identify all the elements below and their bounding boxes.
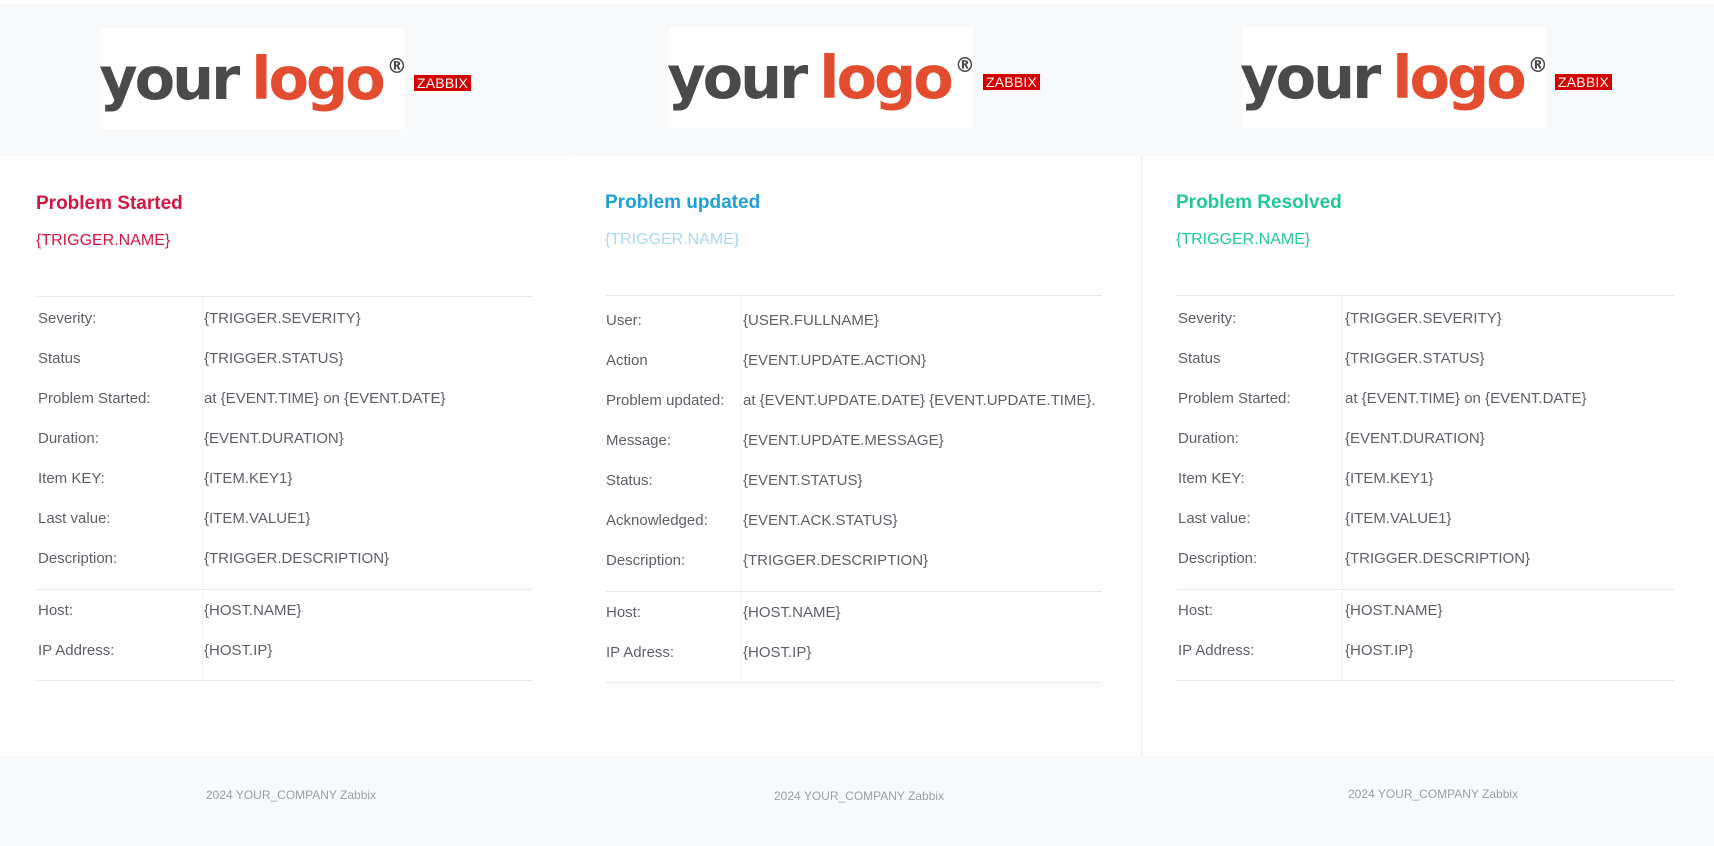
host-value: {HOST.NAME} [743, 604, 841, 621]
problem-started-email: your logo ® ZABBIX Problem Started {TRIGGE… [0, 0, 570, 846]
detail-label: Status: [606, 472, 653, 489]
problem-updated-email: your logo ® ZABBIX Problem updated {TRIGGE… [570, 0, 1140, 846]
column-divider [202, 296, 203, 680]
detail-value: {ITEM.KEY1} [1345, 470, 1434, 487]
detail-value: {EVENT.UPDATE.ACTION} [743, 352, 927, 369]
host-label: Host: [38, 602, 74, 619]
host-value: {HOST.NAME} [204, 602, 302, 619]
detail-value: at {EVENT.UPDATE.DATE} {EVENT.UPDATE.TIM… [743, 392, 1096, 409]
detail-value: {TRIGGER.DESCRIPTION} [743, 552, 929, 569]
host-value: {HOST.NAME} [1345, 602, 1443, 619]
email-subtitle: {TRIGGER.NAME} [1176, 231, 1311, 248]
zabbix-badge: ZABBIX [1555, 74, 1612, 90]
divider [606, 682, 1102, 683]
detail-label: Item KEY: [38, 470, 105, 487]
detail-value: at {EVENT.TIME} on {EVENT.DATE} [1345, 390, 1587, 407]
detail-value: {TRIGGER.SEVERITY} [204, 310, 361, 327]
detail-label: Status [1178, 350, 1221, 367]
detail-value: {EVENT.ACK.STATUS} [743, 512, 898, 529]
column-divider [1342, 295, 1343, 680]
email-title: Problem Started [36, 193, 183, 214]
ip-label: IP Address: [1178, 642, 1255, 659]
detail-label: Status [38, 350, 81, 367]
email-subtitle: {TRIGGER.NAME} [605, 231, 740, 248]
detail-value: {EVENT.DURATION} [204, 430, 344, 447]
host-label: Host: [1178, 602, 1214, 619]
divider [606, 591, 1102, 592]
detail-label: Item KEY: [1178, 470, 1245, 487]
detail-label: Duration: [38, 430, 99, 447]
detail-label: Description: [1178, 550, 1258, 567]
email-footer: 2024 YOUR_COMPANY Zabbix [1140, 755, 1714, 846]
host-label: Host: [606, 604, 642, 621]
detail-label: Message: [606, 432, 672, 449]
divider [1177, 589, 1674, 590]
detail-label: Description: [606, 552, 686, 569]
detail-value: {EVENT.UPDATE.MESSAGE} [743, 432, 944, 449]
detail-value: {EVENT.STATUS} [743, 472, 863, 489]
detail-label: Problem updated: [606, 392, 725, 409]
company-logo: your logo ® [1240, 27, 1548, 128]
ip-value: {HOST.IP} [743, 644, 812, 661]
ip-value: {HOST.IP} [1345, 642, 1414, 659]
detail-value: {TRIGGER.SEVERITY} [1345, 310, 1502, 327]
zabbix-badge: ZABBIX [414, 75, 471, 91]
detail-value: at {EVENT.TIME} on {EVENT.DATE} [204, 390, 446, 407]
divider [37, 589, 533, 590]
email-subtitle: {TRIGGER.NAME} [36, 232, 171, 249]
detail-value: {EVENT.DURATION} [1345, 430, 1485, 447]
company-logo: your logo ® [667, 27, 975, 128]
detail-label: Severity: [1178, 310, 1237, 327]
email-header: your logo ® ZABBIX [570, 4, 1140, 157]
detail-value: {TRIGGER.STATUS} [204, 350, 344, 367]
detail-label: User: [606, 312, 642, 329]
detail-label: Description: [38, 550, 118, 567]
detail-value: {TRIGGER.STATUS} [1345, 350, 1485, 367]
footer-copyright: 2024 YOUR_COMPANY Zabbix [206, 788, 377, 802]
email-footer: 2024 YOUR_COMPANY Zabbix [570, 755, 1140, 846]
detail-label: Severity: [38, 310, 97, 327]
footer-copyright: 2024 YOUR_COMPANY Zabbix [1348, 787, 1519, 801]
email-footer: 2024 YOUR_COMPANY Zabbix [0, 755, 570, 846]
detail-value: {ITEM.VALUE1} [1345, 510, 1452, 527]
zabbix-badge: ZABBIX [983, 74, 1040, 90]
column-divider [740, 295, 741, 682]
email-header: your logo ® ZABBIX [0, 4, 570, 157]
divider [606, 295, 1102, 296]
footer-copyright: 2024 YOUR_COMPANY Zabbix [774, 789, 945, 803]
divider [1177, 295, 1674, 296]
detail-value: {USER.FULLNAME} [743, 312, 879, 329]
ip-value: {HOST.IP} [204, 642, 273, 659]
ip-label: IP Adress: [606, 644, 675, 661]
detail-value: {TRIGGER.DESCRIPTION} [1345, 550, 1531, 567]
divider [1177, 680, 1674, 681]
ip-label: IP Address: [38, 642, 115, 659]
detail-value: {ITEM.KEY1} [204, 470, 293, 487]
detail-value: {ITEM.VALUE1} [204, 510, 311, 527]
divider [37, 680, 533, 681]
detail-label: Last value: [38, 510, 111, 527]
detail-label: Last value: [1178, 510, 1251, 527]
email-title: Problem updated [605, 192, 761, 213]
detail-label: Problem Started: [38, 390, 151, 407]
detail-label: Action [606, 352, 648, 369]
company-logo: your logo ® [99, 28, 407, 129]
email-title: Problem Resolved [1176, 192, 1342, 213]
detail-label: Acknowledged: [606, 512, 708, 529]
detail-label: Problem Started: [1178, 390, 1291, 407]
divider [37, 296, 533, 297]
detail-value: {TRIGGER.DESCRIPTION} [204, 550, 390, 567]
email-header: your logo ® ZABBIX [1140, 4, 1714, 157]
detail-label: Duration: [1178, 430, 1239, 447]
problem-resolved-email: your logo ® ZABBIX Problem Resolved {TRIGG… [1140, 0, 1714, 846]
